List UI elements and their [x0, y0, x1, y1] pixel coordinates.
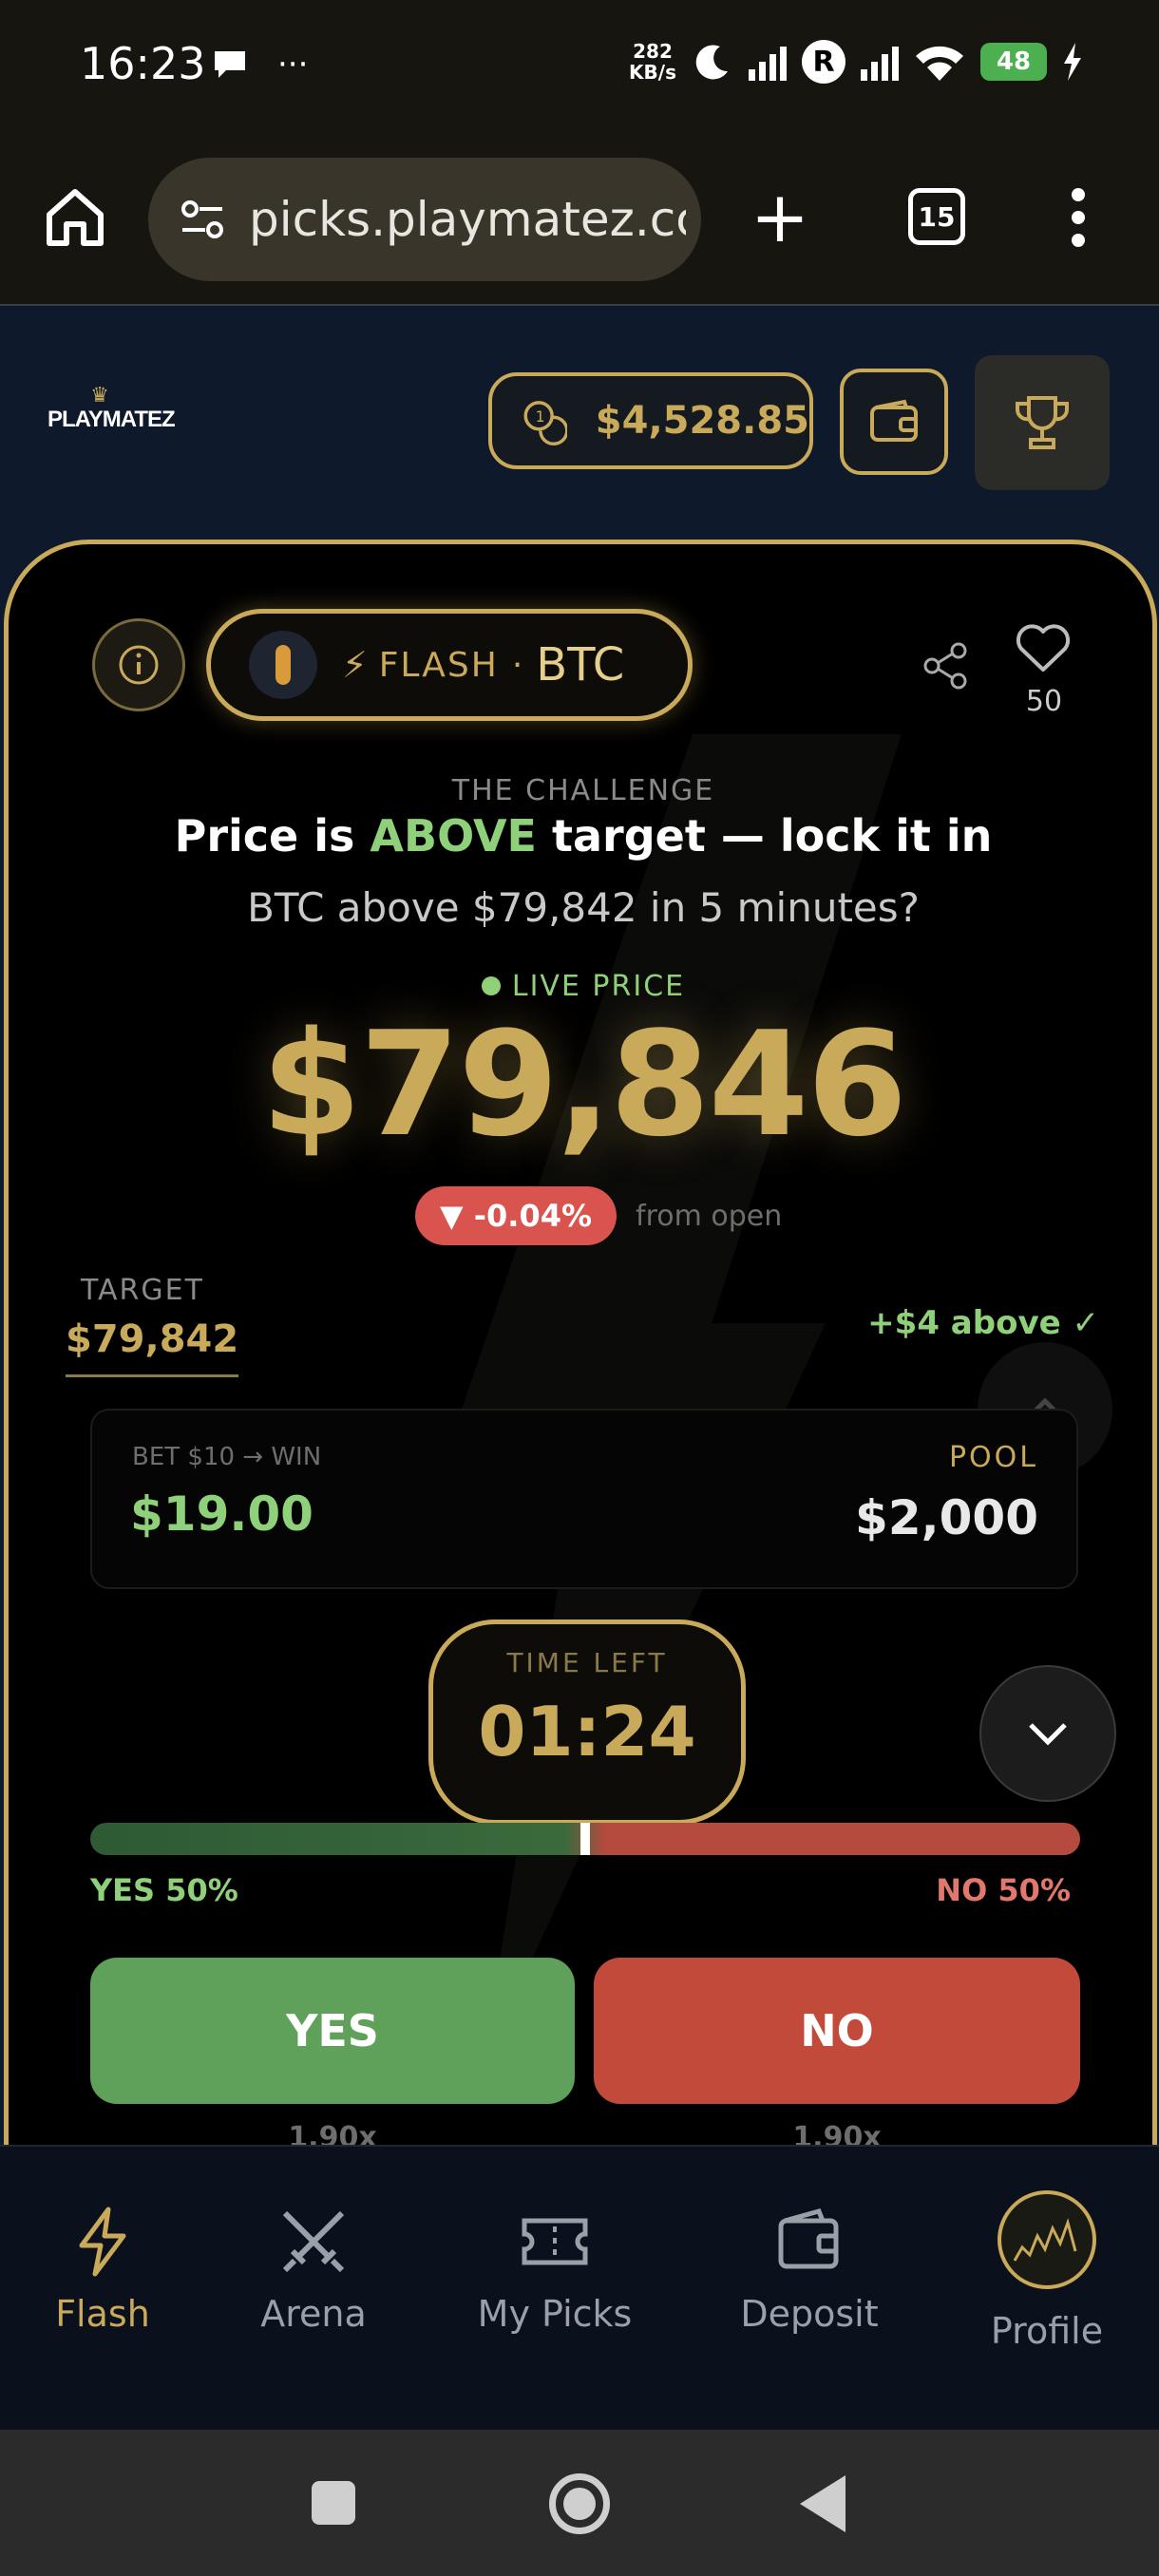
charging-icon	[1064, 43, 1081, 81]
wallet-button[interactable]	[840, 369, 948, 475]
crossed-swords-icon	[282, 2210, 345, 2273]
challenge-title: Price is ABOVE target — lock it in	[174, 810, 993, 862]
bolt-icon	[79, 2207, 126, 2277]
yes-percent: YES 50%	[90, 1872, 238, 1908]
separator: ·	[511, 645, 523, 685]
signal-icon	[749, 43, 787, 81]
status-bar: 16:23 ··· 282 KB/s R 48	[0, 0, 1159, 133]
home-button[interactable]	[549, 2473, 610, 2534]
chevron-down-icon	[1029, 1723, 1067, 1746]
bolt-watermark-icon	[446, 734, 902, 2064]
payout-box: BET $10 → WIN $19.00 POOL $2,000	[90, 1409, 1078, 1589]
above-target-note: +$4 above ✓	[867, 1304, 1099, 1342]
pool-value: $2,000	[855, 1490, 1038, 1545]
wallet-icon	[870, 399, 918, 442]
no-percent: NO 50%	[936, 1872, 1071, 1908]
more-notifications-icon: ···	[277, 46, 309, 84]
change-badge: ▼ -0.04%	[415, 1186, 618, 1245]
win-value: $19.00	[130, 1487, 314, 1542]
card-area: ⚡ FLASH · BTC 50 THE CHALLENGE Price is …	[0, 540, 1159, 2145]
time-left-value: 01:24	[478, 1692, 696, 1771]
leaderboard-button[interactable]	[975, 355, 1110, 490]
share-icon[interactable]	[919, 639, 972, 692]
moon-icon	[695, 45, 728, 80]
heart-icon[interactable]	[1014, 620, 1073, 673]
home-icon[interactable]	[42, 184, 108, 251]
scroll-down-button[interactable]	[979, 1665, 1116, 1802]
sentiment-bar	[90, 1823, 1080, 1855]
status-time: 16:23	[80, 38, 206, 89]
battery-icon: 48	[980, 43, 1047, 81]
site-settings-icon[interactable]	[177, 194, 228, 245]
challenge-subtitle: BTC above $79,842 in 5 minutes?	[247, 884, 920, 931]
mode-label: FLASH	[378, 645, 499, 685]
btc-coin-icon	[249, 631, 317, 699]
change-note: from open	[636, 1199, 783, 1233]
svg-text:1: 1	[536, 407, 545, 426]
coins-icon: 1	[523, 401, 567, 446]
tab-switcher-button[interactable]: 15	[908, 188, 965, 245]
like-count: 50	[1025, 685, 1063, 718]
nav-arena[interactable]: Arena	[209, 2204, 418, 2335]
yes-button[interactable]: YES	[90, 1958, 575, 2104]
address-bar[interactable]: picks.playmatez.cc	[148, 158, 701, 281]
app-header: ♛ PLAYMATEZ 1 $4,528.85	[0, 306, 1159, 540]
trophy-icon	[1016, 396, 1069, 449]
signal-icon-2	[861, 43, 899, 81]
browser-menu-icon[interactable]	[1072, 188, 1087, 247]
target-value: $79,842	[66, 1317, 239, 1377]
browser-toolbar: picks.playmatez.cc + 15	[0, 133, 1159, 306]
nav-flash[interactable]: Flash	[0, 2204, 207, 2335]
bet-label: BET $10 → WIN	[132, 1443, 322, 1471]
nav-deposit[interactable]: Deposit	[705, 2204, 914, 2335]
lightning-icon: ⚡	[342, 644, 368, 686]
r-badge-icon: R	[802, 40, 846, 84]
wifi-icon	[916, 46, 963, 81]
yes-multiplier: 1.90x	[288, 2121, 377, 2145]
avatar	[998, 2190, 1096, 2289]
balance-pill[interactable]: 1 $4,528.85	[488, 372, 813, 469]
ticket-icon	[522, 2218, 588, 2265]
no-multiplier: 1.90x	[792, 2121, 882, 2145]
url-text[interactable]: picks.playmatez.cc	[249, 192, 686, 247]
back-button[interactable]	[800, 2475, 846, 2532]
pool-label: POOL	[948, 1441, 1038, 1474]
new-tab-button[interactable]: +	[750, 182, 809, 253]
flash-card: ⚡ FLASH · BTC 50 THE CHALLENGE Price is …	[4, 540, 1157, 2145]
time-left-label: TIME LEFT	[506, 1647, 668, 1678]
asset-label: BTC	[536, 638, 625, 691]
chart-avatar-icon	[1013, 2218, 1077, 2262]
info-button[interactable]	[92, 618, 185, 711]
crown-icon: ♛	[90, 384, 109, 407]
logo[interactable]: ♛ PLAYMATEZ	[48, 384, 176, 433]
wallet-icon	[778, 2207, 839, 2269]
system-nav-bar	[0, 2430, 1159, 2576]
live-dot-icon	[481, 976, 501, 995]
market-pill[interactable]: ⚡ FLASH · BTC	[206, 609, 693, 721]
challenge-label: THE CHALLENGE	[451, 774, 715, 807]
live-price-label: LIVE PRICE	[9, 970, 1152, 1003]
balance-amount: $4,528.85	[595, 399, 809, 443]
no-button[interactable]: NO	[594, 1958, 1080, 2104]
bottom-nav: Flash Arena My Picks Deposit Profile	[0, 2145, 1159, 2430]
live-price: $79,846	[260, 1000, 907, 1168]
recent-apps-button[interactable]	[312, 2481, 355, 2525]
nav-profile[interactable]: Profile	[942, 2190, 1151, 2352]
net-speed: 282 KB/s	[629, 40, 676, 84]
sentiment-marker	[580, 1823, 590, 1855]
chat-bubble-icon	[215, 51, 245, 78]
time-left: TIME LEFT 01:24	[428, 1619, 746, 1825]
nav-my-picks[interactable]: My Picks	[450, 2204, 659, 2335]
target-label: TARGET	[81, 1274, 204, 1307]
info-icon	[119, 645, 159, 685]
